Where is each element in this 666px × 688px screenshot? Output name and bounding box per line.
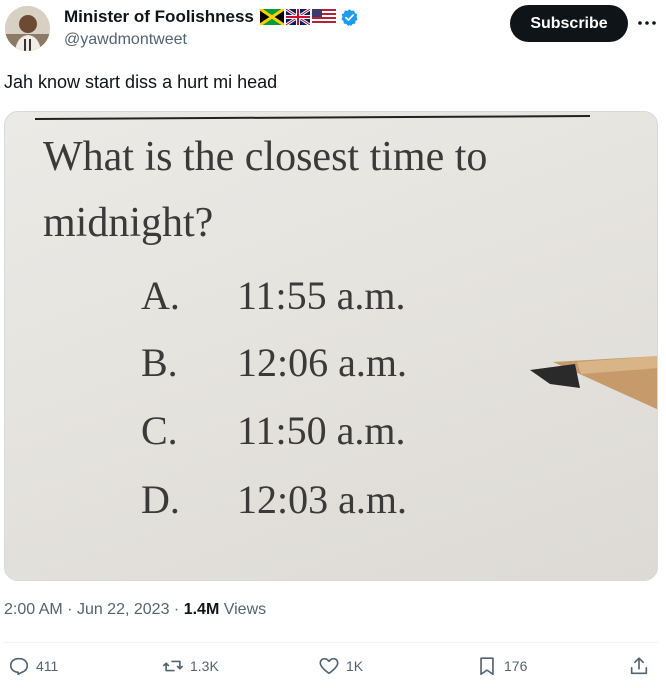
repost-count: 1.3K xyxy=(190,658,219,674)
more-options-icon[interactable] xyxy=(636,15,658,31)
option-b-letter: B. xyxy=(141,340,178,385)
meta-separator: · xyxy=(173,601,180,618)
author-name[interactable]: Minister of Foolishness xyxy=(64,7,254,27)
bookmark-button[interactable]: 176 xyxy=(476,655,527,677)
like-button[interactable]: 1K xyxy=(318,655,363,677)
tweet-text: Jah know start diss a hurt mi head xyxy=(4,72,278,92)
like-count: 1K xyxy=(346,658,364,674)
repost-button[interactable]: 1.3K xyxy=(162,655,219,677)
meta-separator: · xyxy=(67,601,73,618)
option-d-time: 12:03 a.m. xyxy=(237,477,407,522)
option-d-letter: D. xyxy=(141,477,180,522)
option-b-time: 12:06 a.m. xyxy=(237,340,407,385)
heart-icon xyxy=(319,657,339,675)
tweet-date[interactable]: Jun 22, 2023 xyxy=(77,601,170,618)
views-count: 1.4M xyxy=(183,601,220,618)
uk-flag-icon xyxy=(286,9,310,25)
repost-icon xyxy=(163,660,183,672)
author-flags xyxy=(260,9,336,25)
verified-badge-icon xyxy=(341,9,358,27)
option-c-time: 11:50 a.m. xyxy=(237,408,406,453)
pencil xyxy=(530,356,657,410)
question-line-2: midnight? xyxy=(43,200,213,246)
reply-icon xyxy=(9,657,29,676)
subscribe-button[interactable]: Subscribe xyxy=(510,5,628,42)
bookmark-icon xyxy=(480,657,494,676)
reply-count: 411 xyxy=(36,658,59,674)
option-a-time: 11:55 a.m. xyxy=(237,273,406,318)
author-handle[interactable]: @yawdmontweet xyxy=(64,31,187,49)
bookmark-count: 176 xyxy=(504,658,528,674)
share-button[interactable] xyxy=(628,655,650,677)
tweet-photo[interactable]: What is the closest time to midnight? A.… xyxy=(4,111,658,581)
tweet-meta: 2:00 AM · Jun 22, 2023 · 1.4M Views xyxy=(4,601,266,619)
views-label: Views xyxy=(223,601,267,618)
reply-button[interactable]: 411 xyxy=(8,655,58,677)
option-c-letter: C. xyxy=(141,408,178,453)
photo-content: What is the closest time to midnight? A.… xyxy=(34,115,657,522)
question-line-1: What is the closest time to xyxy=(43,134,487,180)
option-a-letter: A. xyxy=(141,273,180,318)
us-flag-icon xyxy=(312,9,336,25)
jamaica-flag-icon xyxy=(260,9,284,25)
tweet-time[interactable]: 2:00 AM xyxy=(4,601,63,618)
tweet-header: Minister of Foolishness @yawdmontweet Su… xyxy=(0,0,666,60)
photo-top-rule xyxy=(34,115,591,120)
share-icon xyxy=(630,657,648,675)
avatar[interactable] xyxy=(5,6,50,51)
divider xyxy=(4,642,658,643)
